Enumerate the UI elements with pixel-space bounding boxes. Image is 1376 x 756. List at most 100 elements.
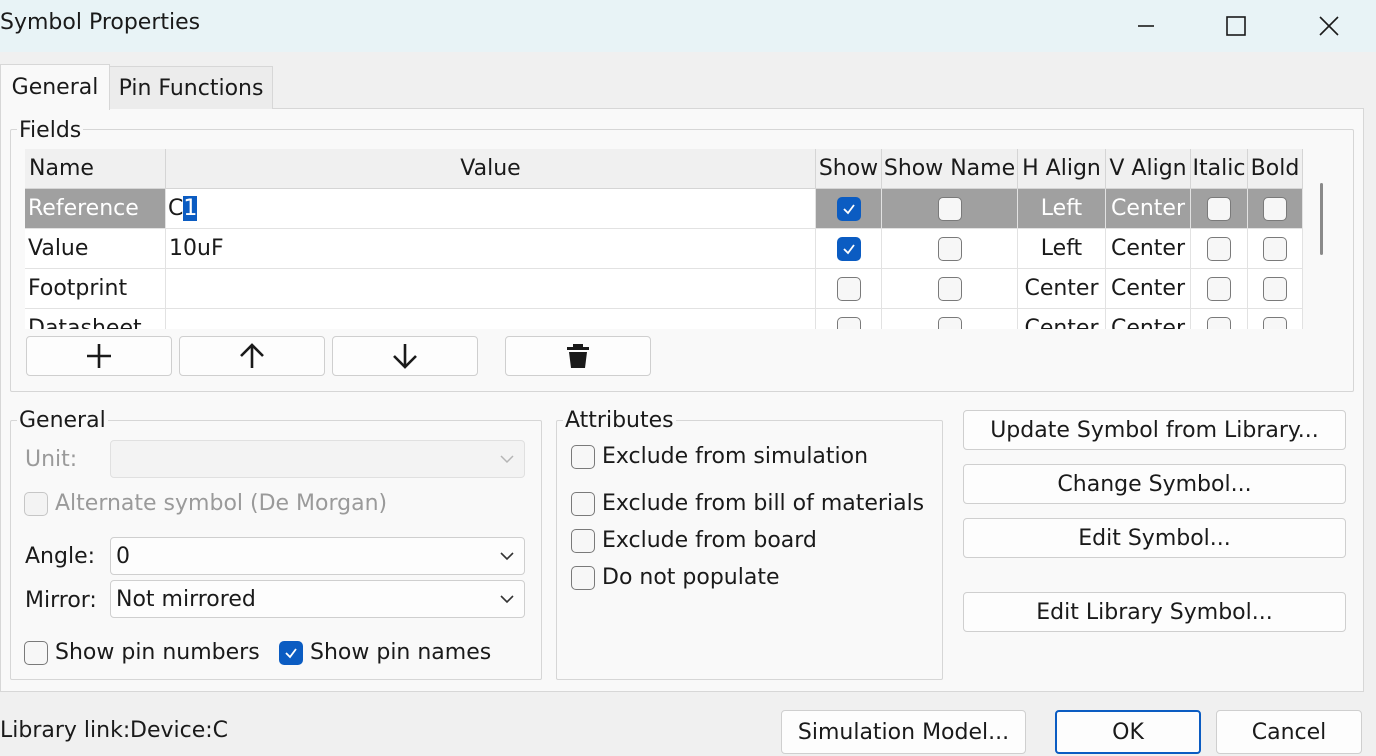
exclude-board-box[interactable]: [571, 528, 595, 553]
maximize-button[interactable]: [1190, 0, 1282, 52]
do-not-populate-checkbox[interactable]: Do not populate: [571, 565, 780, 590]
cell-bold[interactable]: [1248, 189, 1303, 229]
cell-name[interactable]: Footprint: [25, 269, 166, 309]
show-name-checkbox[interactable]: [937, 276, 962, 301]
cell-h-align[interactable]: Left: [1018, 229, 1106, 269]
minimize-button[interactable]: [1100, 0, 1192, 52]
update-symbol-button[interactable]: Update Symbol from Library...: [963, 410, 1346, 450]
column-header-show[interactable]: Show: [816, 149, 882, 189]
cell-v-align[interactable]: Center: [1106, 189, 1191, 229]
cell-h-align[interactable]: Center: [1018, 309, 1106, 329]
tab-pin-functions[interactable]: Pin Functions: [109, 66, 273, 109]
cell-value-editor[interactable]: C1: [166, 189, 816, 229]
cell-name[interactable]: Datasheet: [25, 309, 166, 329]
cell-show[interactable]: [816, 189, 882, 229]
mirror-select[interactable]: Not mirrored: [110, 580, 525, 618]
cell-italic[interactable]: [1191, 229, 1248, 269]
simulation-model-button[interactable]: Simulation Model...: [781, 710, 1026, 754]
grid-scrollbar[interactable]: [1303, 149, 1337, 329]
cell-v-align[interactable]: Center: [1106, 229, 1191, 269]
column-header-v-align[interactable]: V Align: [1106, 149, 1191, 189]
italic-checkbox[interactable]: [1207, 196, 1231, 221]
alternate-symbol-checkbox[interactable]: Alternate symbol (De Morgan): [24, 491, 387, 516]
cell-show-name[interactable]: [882, 309, 1018, 329]
cell-h-align[interactable]: Left: [1018, 189, 1106, 229]
show-checkbox[interactable]: [836, 276, 861, 301]
cell-value-selection: 1: [183, 196, 198, 221]
move-down-button[interactable]: [332, 336, 478, 376]
bold-checkbox[interactable]: [1263, 276, 1287, 301]
cell-italic[interactable]: [1191, 269, 1248, 309]
ok-button[interactable]: OK: [1055, 710, 1201, 754]
table-row-value[interactable]: Value 10uF Left Center: [25, 229, 1303, 269]
move-up-button[interactable]: [179, 336, 325, 376]
italic-checkbox[interactable]: [1207, 236, 1231, 261]
cell-bold[interactable]: [1248, 309, 1303, 329]
edit-symbol-button[interactable]: Edit Symbol...: [963, 518, 1346, 558]
cell-show-name[interactable]: [882, 229, 1018, 269]
cell-h-align[interactable]: Center: [1018, 269, 1106, 309]
cell-show[interactable]: [816, 229, 882, 269]
close-button[interactable]: [1283, 0, 1375, 52]
cancel-button[interactable]: Cancel: [1216, 710, 1362, 754]
cell-value[interactable]: [166, 309, 816, 329]
cell-name[interactable]: Value: [25, 229, 166, 269]
table-row-reference[interactable]: Reference C1 Left Center: [25, 189, 1303, 229]
column-header-name[interactable]: Name: [25, 149, 166, 189]
show-name-checkbox[interactable]: [937, 196, 962, 221]
italic-checkbox[interactable]: [1207, 316, 1231, 329]
add-field-button[interactable]: [26, 336, 172, 376]
column-header-h-align[interactable]: H Align: [1018, 149, 1106, 189]
library-link-value: Device:C: [130, 718, 229, 743]
table-row-datasheet[interactable]: Datasheet Center Center: [25, 309, 1303, 329]
show-pin-numbers-checkbox[interactable]: Show pin numbers: [24, 640, 260, 665]
cell-show-name[interactable]: [882, 189, 1018, 229]
alternate-symbol-box[interactable]: [24, 491, 48, 516]
cell-show[interactable]: [816, 309, 882, 329]
change-symbol-button[interactable]: Change Symbol...: [963, 464, 1346, 504]
exclude-simulation-box[interactable]: [571, 444, 595, 469]
do-not-populate-box[interactable]: [571, 565, 595, 590]
tab-general[interactable]: General: [0, 64, 110, 110]
unit-select[interactable]: [110, 440, 525, 478]
show-pin-names-checkbox[interactable]: Show pin names: [279, 640, 491, 665]
bold-checkbox[interactable]: [1263, 196, 1287, 221]
column-header-value[interactable]: Value: [166, 149, 816, 189]
cell-italic[interactable]: [1191, 189, 1248, 229]
angle-select[interactable]: 0: [110, 537, 525, 575]
show-name-checkbox[interactable]: [937, 316, 962, 329]
bold-checkbox[interactable]: [1263, 236, 1287, 261]
table-row-footprint[interactable]: Footprint Center Center: [25, 269, 1303, 309]
cell-v-align[interactable]: Center: [1106, 309, 1191, 329]
bold-checkbox[interactable]: [1263, 316, 1287, 329]
column-header-italic[interactable]: Italic: [1191, 149, 1248, 189]
edit-library-symbol-button[interactable]: Edit Library Symbol...: [963, 592, 1346, 632]
chevron-down-icon: [500, 455, 514, 464]
column-header-bold[interactable]: Bold: [1248, 149, 1303, 189]
column-header-show-name[interactable]: Show Name: [882, 149, 1018, 189]
delete-field-button[interactable]: [505, 336, 651, 376]
cell-value[interactable]: 10uF: [166, 229, 816, 269]
exclude-bom-checkbox[interactable]: Exclude from bill of materials: [571, 491, 924, 516]
cell-bold[interactable]: [1248, 269, 1303, 309]
cell-name[interactable]: Reference: [25, 189, 166, 229]
cell-show-name[interactable]: [882, 269, 1018, 309]
fields-grid[interactable]: Name Value Show Show Name H Align V Alig…: [25, 149, 1337, 329]
show-name-checkbox[interactable]: [937, 236, 962, 261]
exclude-simulation-checkbox[interactable]: Exclude from simulation: [571, 444, 868, 469]
cell-show[interactable]: [816, 269, 882, 309]
cell-italic[interactable]: [1191, 309, 1248, 329]
cell-v-align[interactable]: Center: [1106, 269, 1191, 309]
italic-checkbox[interactable]: [1207, 276, 1231, 301]
grid-scrollbar-thumb[interactable]: [1320, 183, 1323, 255]
show-pin-names-box[interactable]: [279, 640, 303, 665]
cell-value[interactable]: [166, 269, 816, 309]
exclude-board-checkbox[interactable]: Exclude from board: [571, 528, 817, 553]
exclude-bom-box[interactable]: [571, 491, 595, 516]
show-checkbox[interactable]: [836, 316, 861, 329]
cell-bold[interactable]: [1248, 229, 1303, 269]
show-pin-numbers-box[interactable]: [24, 640, 48, 665]
show-checkbox[interactable]: [836, 236, 861, 261]
show-checkbox[interactable]: [836, 196, 861, 221]
trash-icon: [567, 344, 589, 368]
